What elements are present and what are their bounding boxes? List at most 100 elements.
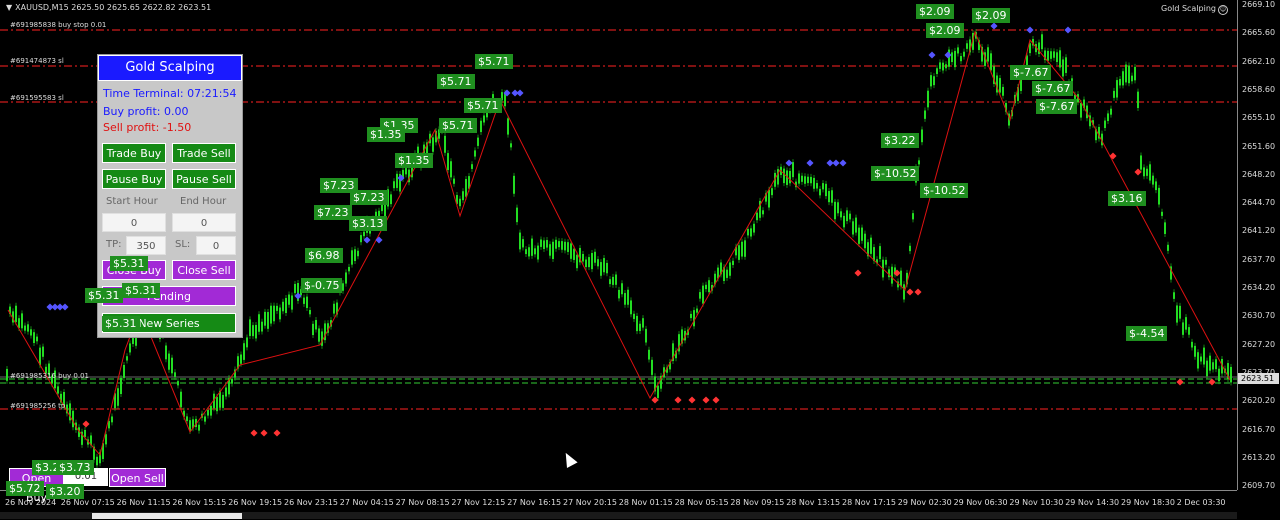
candle-body [393, 181, 395, 189]
sell-profit: Sell profit: -1.50 [103, 121, 192, 134]
price-tick-label: 2620.20 [1242, 396, 1276, 406]
buy-arrow-marker [61, 303, 69, 311]
sell-arrow-marker [1176, 378, 1184, 386]
candle-body [1143, 167, 1145, 177]
price-tick-label: 2609.70 [1242, 481, 1276, 491]
candle-body [210, 405, 212, 416]
candle-body [129, 343, 131, 353]
pause-sell-button[interactable]: Pause Sell [172, 169, 236, 189]
candle-body [21, 313, 23, 329]
candle-body [204, 416, 206, 422]
candle-body [1110, 108, 1112, 115]
candle-body [168, 353, 170, 370]
trade-buy-button[interactable]: Trade Buy [102, 143, 166, 163]
profit-tag: $3.22 [881, 133, 919, 148]
time-tick-label: 29 Nov 02:30 [897, 498, 952, 507]
candle-body [729, 262, 731, 276]
candle-body [105, 434, 107, 445]
open-sell-button[interactable]: Open Sell [109, 468, 166, 487]
candle-body [891, 266, 893, 284]
candle-body [117, 388, 119, 406]
candle-body [231, 378, 233, 384]
candle-body [609, 279, 611, 285]
smiley-icon[interactable]: ☺ [1218, 5, 1228, 15]
candle-body [474, 150, 476, 157]
sell-arrow-marker [906, 288, 914, 296]
candle-body [954, 50, 956, 68]
panel-title: Gold Scalping [98, 55, 242, 81]
tp-input[interactable]: 350 [126, 236, 166, 255]
candle-body [540, 239, 542, 247]
candle-body [813, 177, 815, 189]
candle-body [957, 47, 959, 54]
end-hour-input[interactable]: 0 [172, 213, 236, 232]
candle-body [1128, 65, 1130, 84]
profit-tag: $1.35 [367, 127, 405, 142]
candle-body [987, 47, 989, 62]
candle-body [804, 176, 806, 184]
candle-body [522, 239, 524, 248]
candle-body [453, 178, 455, 184]
candle-body [24, 325, 26, 331]
ticket-label: #691985838 buy stop 0.01 [10, 21, 107, 29]
candle-body [1200, 356, 1202, 362]
candle-body [1188, 327, 1190, 335]
candle-body [174, 372, 176, 377]
sell-arrow-marker [688, 396, 696, 404]
candle-body [360, 235, 362, 243]
candle-body [507, 118, 509, 135]
trade-sell-button[interactable]: Trade Sell [172, 143, 236, 163]
profit-tag: $5.71 [475, 54, 513, 69]
candle-body [861, 227, 863, 241]
candle-body [699, 292, 701, 299]
candle-body [1116, 80, 1118, 98]
sl-input[interactable]: 0 [196, 236, 236, 255]
close-sell-button[interactable]: Close Sell [172, 260, 236, 280]
candle-body [450, 161, 452, 178]
profit-tag: $-7.67 [1036, 99, 1078, 114]
candle-body [477, 137, 479, 146]
candle-body [1164, 222, 1166, 234]
candle-body [447, 153, 449, 171]
candle-body [459, 198, 461, 207]
ea-name-label: Gold Scalping ☺ [1161, 4, 1228, 15]
sell-arrow-marker [914, 288, 922, 296]
candle-body [870, 237, 872, 254]
candle-body [1230, 366, 1232, 383]
candle-body [651, 359, 653, 375]
candle-body [1179, 305, 1181, 319]
candle-body [255, 324, 257, 339]
candle-body [465, 179, 467, 197]
sell-arrow-marker [1109, 152, 1117, 160]
time-tick-label: 27 Nov 16:15 [507, 498, 562, 507]
price-tick-label: 2630.70 [1242, 311, 1276, 321]
candle-body [510, 143, 512, 148]
candle-body [318, 328, 320, 342]
candle-body [30, 329, 32, 336]
candle-body [927, 90, 929, 108]
candle-body [783, 168, 785, 184]
candle-body [753, 223, 755, 233]
pause-buy-button[interactable]: Pause Buy [102, 169, 166, 189]
candle-body [834, 201, 836, 220]
start-hour-input[interactable]: 0 [102, 213, 166, 232]
buy-arrow-marker [832, 159, 840, 167]
candle-body [594, 251, 596, 263]
candle-body [1191, 341, 1193, 348]
candle-body [567, 242, 569, 252]
sell-arrow-marker [260, 429, 268, 437]
buy-arrow-marker [990, 22, 998, 30]
profit-tag: $-7.67 [1010, 65, 1052, 80]
time-tick-label: 27 Nov 20:15 [563, 498, 617, 507]
scrollbar-thumb[interactable] [92, 513, 242, 519]
candle-body [57, 386, 59, 394]
dropdown-triangle-icon[interactable]: ▼ [6, 3, 12, 12]
candle-body [222, 394, 224, 408]
chart-scrollbar[interactable] [0, 512, 1237, 519]
time-tick-label: 26 Nov 15:15 [172, 498, 227, 507]
candle-body [564, 241, 566, 251]
candle-body [789, 170, 791, 184]
candle-body [939, 62, 941, 69]
candle-body [762, 210, 764, 215]
candle-body [1047, 50, 1049, 61]
